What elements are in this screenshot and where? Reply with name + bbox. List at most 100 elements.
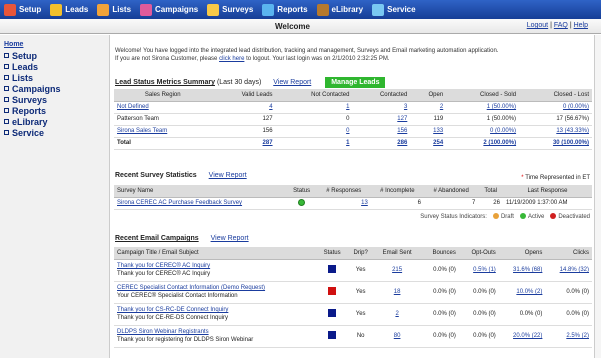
column-header: # Incomplete bbox=[370, 185, 424, 198]
table-link[interactable]: 133 bbox=[433, 128, 443, 134]
table-link[interactable]: 2 (100.00%) bbox=[483, 140, 516, 146]
sidebar-item-lists[interactable]: Lists bbox=[4, 73, 33, 83]
expand-icon bbox=[4, 97, 9, 102]
campaign-title-link[interactable]: Thank you for CEREC® AC Inquiry bbox=[117, 263, 210, 269]
email-view-report-link[interactable]: View Report bbox=[211, 235, 249, 242]
table-cell: Yes bbox=[347, 259, 375, 282]
nav-reports[interactable]: Reports bbox=[262, 3, 308, 16]
emails-sent-link[interactable]: 2 bbox=[395, 311, 398, 317]
table-row: Patterson Team 127 0 127 119 1 (50.00%) 17 (56… bbox=[114, 113, 592, 126]
table-cell: 133 bbox=[410, 125, 447, 138]
asterisk-icon: * bbox=[521, 175, 524, 181]
table-cell: 0 bbox=[275, 113, 353, 126]
table-link[interactable]: 286 bbox=[397, 140, 407, 146]
nav-label: eLibrary bbox=[331, 5, 364, 14]
sidebar-home-link[interactable]: Home bbox=[4, 41, 23, 48]
table-link[interactable]: 127 bbox=[397, 116, 407, 122]
table-cell: 127 bbox=[211, 113, 276, 126]
nav-label: Campaigns bbox=[155, 5, 199, 14]
survey-section-title: Recent Survey Statistics bbox=[115, 172, 197, 179]
table-link[interactable]: 254 bbox=[433, 140, 443, 146]
optouts-link[interactable]: 0.5% (1) bbox=[473, 267, 496, 273]
campaign-title-link[interactable]: CEREC Specialist Contact Information (De… bbox=[117, 285, 265, 291]
nav-setup[interactable]: Setup bbox=[4, 3, 41, 16]
table-cell: 2 bbox=[374, 303, 421, 326]
nav-surveys[interactable]: Surveys bbox=[207, 3, 253, 16]
table-link[interactable]: 287 bbox=[263, 140, 273, 146]
table-cell bbox=[316, 281, 348, 304]
nav-elibrary[interactable]: eLibrary bbox=[316, 3, 364, 16]
clicks-link[interactable]: 14.8% (32) bbox=[560, 267, 589, 273]
logout-click-here-link[interactable]: click here bbox=[219, 56, 244, 62]
table-link[interactable]: 0 (0.00%) bbox=[490, 128, 516, 134]
expand-icon bbox=[4, 53, 9, 58]
emails-sent-link[interactable]: 18 bbox=[394, 289, 401, 295]
sidebar-item-reports[interactable]: Reports bbox=[4, 106, 46, 116]
column-header: Campaign Title / Email Subject bbox=[114, 247, 317, 260]
sidebar-item-service[interactable]: Service bbox=[4, 128, 44, 138]
welcome-text: If you are not Sirona Customer, please bbox=[115, 56, 218, 62]
scrollbar[interactable] bbox=[594, 35, 601, 358]
campaign-title-link[interactable]: DLDPS Siron Webinar Registrants bbox=[117, 329, 209, 335]
table-link[interactable]: 3 bbox=[404, 104, 407, 110]
column-header: Closed - Sold bbox=[446, 89, 520, 102]
table-link[interactable]: 13 (43.33%) bbox=[556, 128, 589, 134]
nav-leads[interactable]: Leads bbox=[50, 3, 88, 16]
active-status-icon bbox=[298, 198, 306, 206]
table-cell: Sirona Sales Team bbox=[114, 125, 212, 138]
table-link[interactable]: 156 bbox=[397, 128, 407, 134]
logout-link[interactable]: Logout bbox=[527, 22, 548, 29]
faq-link[interactable]: FAQ bbox=[554, 22, 568, 29]
table-row: CEREC Specialist Contact Information (De… bbox=[114, 281, 592, 304]
clicks-link[interactable]: 2.5% (2) bbox=[566, 333, 589, 339]
column-header: # Abandoned bbox=[423, 185, 479, 198]
table-link[interactable]: 2 bbox=[440, 104, 443, 110]
emails-sent-link[interactable]: 215 bbox=[392, 267, 402, 273]
nav-lists[interactable]: Lists bbox=[97, 3, 132, 16]
table-cell: 0.0% (0) bbox=[420, 303, 459, 326]
sidebar-item-elibrary[interactable]: eLibrary bbox=[4, 117, 48, 127]
opens-link[interactable]: 31.6% (68) bbox=[513, 267, 542, 273]
sidebar-item-campaigns[interactable]: Campaigns bbox=[4, 84, 61, 94]
time-zone-text: Time Represented in ET bbox=[525, 175, 590, 181]
table-link[interactable]: 1 bbox=[346, 140, 349, 146]
utility-links: Logout | FAQ | Help bbox=[526, 22, 588, 29]
table-link[interactable]: Sirona Sales Team bbox=[117, 128, 167, 134]
table-link[interactable]: Not Defined bbox=[117, 104, 149, 110]
table-cell bbox=[286, 197, 317, 210]
opens-link[interactable]: 20.0% (22) bbox=[513, 333, 542, 339]
table-cell: 0 (0.00%) bbox=[446, 125, 520, 138]
expand-icon bbox=[4, 130, 9, 135]
responses-link[interactable]: 13 bbox=[361, 200, 368, 206]
opens-link[interactable]: 10.0% (2) bbox=[516, 289, 542, 295]
campaign-title-link[interactable]: Thank you for CS-RC-DE Connect Inquiry bbox=[117, 307, 228, 313]
legend-item-label: Draft bbox=[500, 214, 514, 220]
nav-campaigns[interactable]: Campaigns bbox=[140, 3, 199, 16]
sidebar-item-leads[interactable]: Leads bbox=[4, 62, 38, 72]
survey-view-report-link[interactable]: View Report bbox=[209, 172, 247, 179]
help-link[interactable]: Help bbox=[574, 22, 588, 29]
manage-leads-button[interactable]: Manage Leads bbox=[325, 77, 386, 88]
lead-status-heading: Lead Status Metrics Summary (Last 30 day… bbox=[115, 77, 386, 88]
email-subject: Your CEREC® Specialist Contact Informati… bbox=[117, 293, 238, 299]
sidebar-item-setup[interactable]: Setup bbox=[4, 51, 37, 61]
table-link[interactable]: 1 (50.00%) bbox=[487, 104, 516, 110]
table-link[interactable]: 0 (0.00%) bbox=[563, 104, 589, 110]
table-cell: 13 bbox=[316, 197, 371, 210]
expand-icon bbox=[4, 86, 9, 91]
survey-name-link[interactable]: Sirona CEREC AC Purchase Feedback Survey bbox=[117, 200, 242, 206]
table-link[interactable]: 1 bbox=[346, 104, 349, 110]
lead-status-view-report-link[interactable]: View Report bbox=[273, 79, 311, 86]
table-link[interactable]: 30 (100.00%) bbox=[553, 140, 589, 146]
table-link[interactable]: 0 bbox=[346, 128, 349, 134]
nav-label: Lists bbox=[112, 5, 132, 14]
sidebar-item-surveys[interactable]: Surveys bbox=[4, 95, 47, 105]
column-header: Bounces bbox=[420, 247, 459, 260]
table-cell: Not Defined bbox=[114, 101, 212, 114]
nav-label: Service bbox=[387, 5, 416, 14]
nav-service[interactable]: Service bbox=[372, 3, 416, 16]
emails-sent-link[interactable]: 80 bbox=[394, 333, 401, 339]
table-cell: 4 bbox=[211, 101, 276, 114]
table-link[interactable]: 4 bbox=[269, 104, 272, 110]
draft-status-icon bbox=[492, 213, 499, 219]
